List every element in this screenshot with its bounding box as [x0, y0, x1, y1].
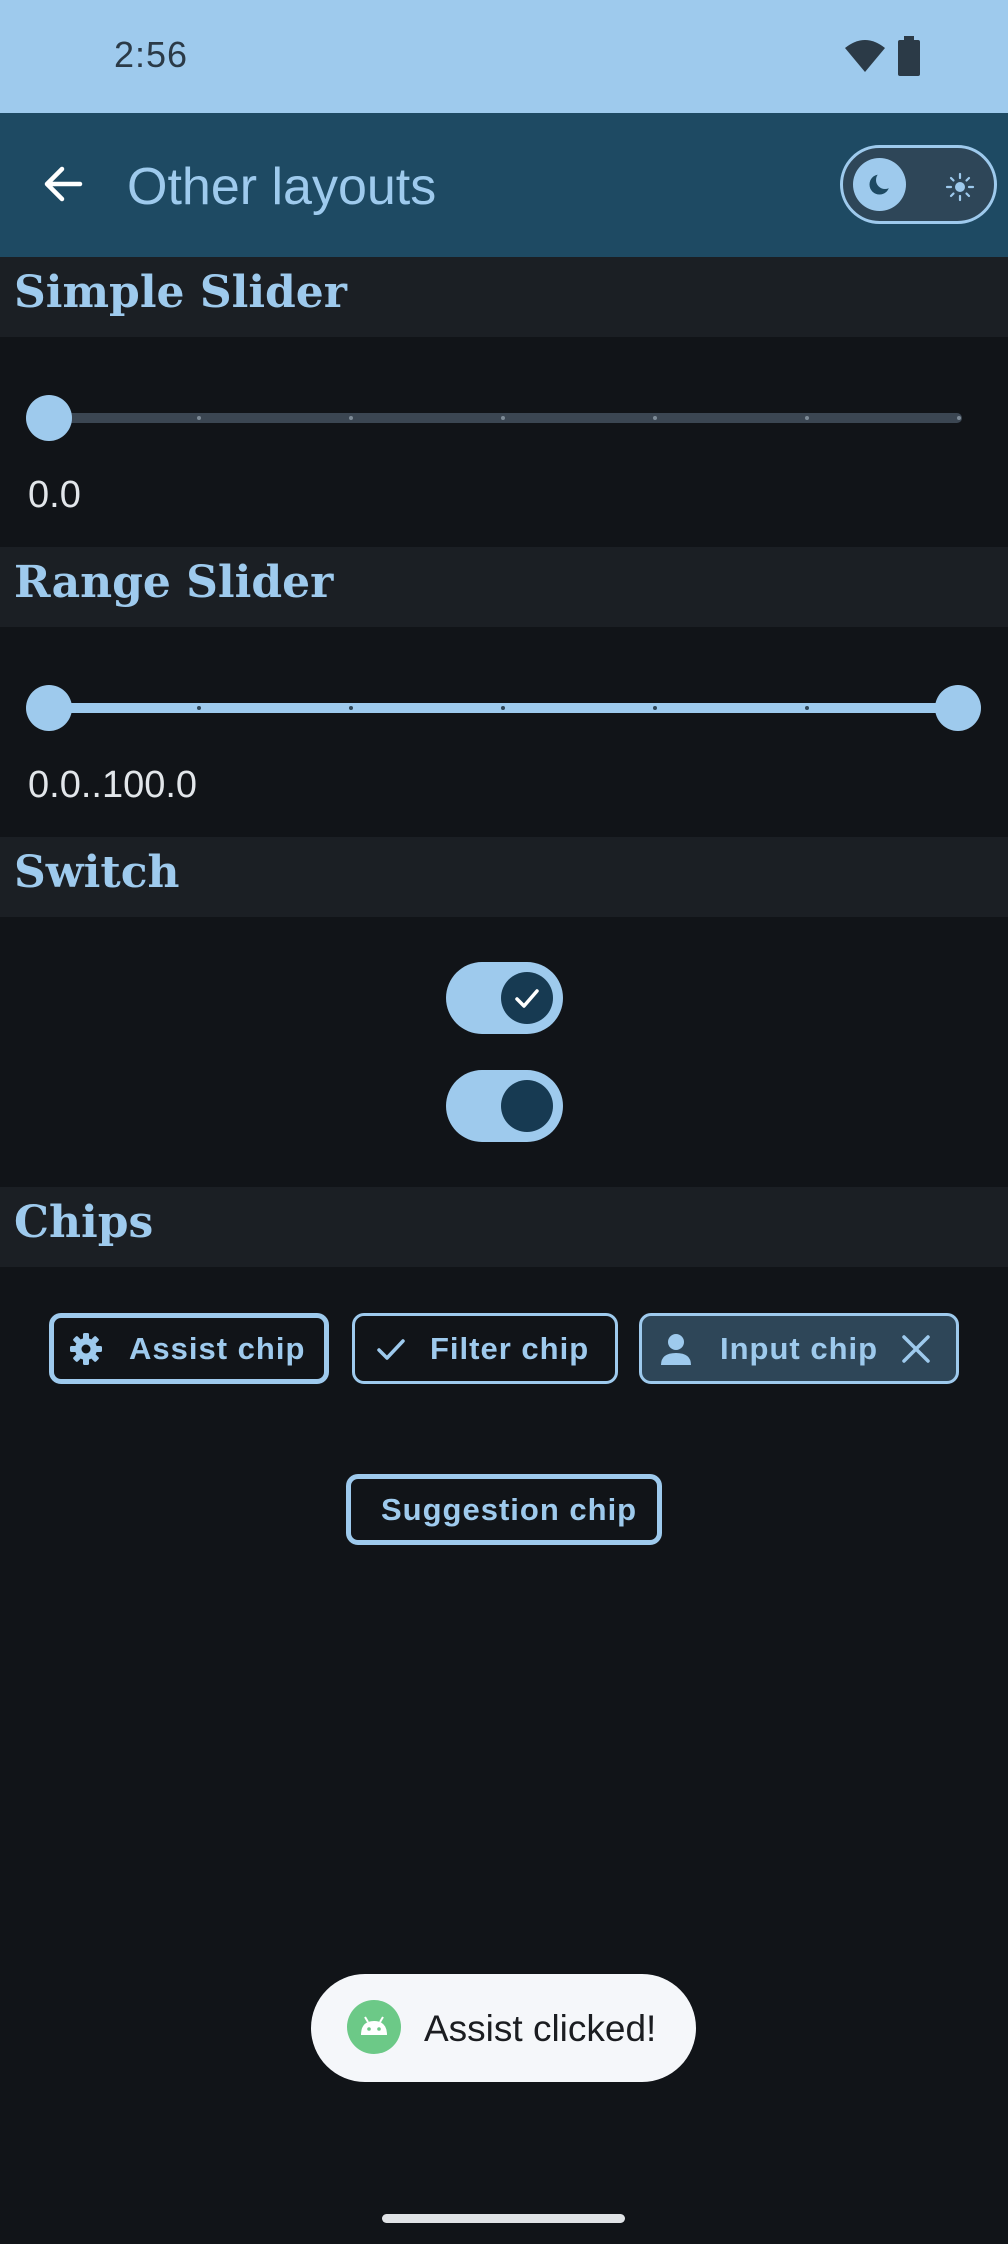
range-slider[interactable] — [0, 670, 1008, 750]
moon-icon — [869, 171, 894, 195]
chips-header: Chips — [0, 1187, 1008, 1267]
switch-thumb — [501, 1080, 553, 1132]
check-icon — [377, 1339, 405, 1360]
slider-tick — [805, 706, 809, 710]
slider-tick — [197, 706, 201, 710]
slider-tick — [501, 416, 505, 420]
close-icon[interactable] — [898, 1331, 934, 1367]
simple-slider-thumb[interactable] — [26, 395, 72, 441]
assist-chip-label: Assist chip — [129, 1331, 306, 1366]
switch-checked-with-icon[interactable] — [446, 962, 563, 1034]
switch-thumb — [501, 972, 553, 1024]
section-title: Switch — [14, 847, 180, 898]
assist-chip[interactable]: Assist chip — [49, 1313, 329, 1384]
app-bar: Other layouts — [0, 113, 1008, 257]
range-slider-value: 0.0..100.0 — [28, 764, 198, 806]
filter-chip[interactable]: Filter chip — [352, 1313, 618, 1384]
gear-icon — [70, 1333, 102, 1365]
input-chip[interactable]: Input chip — [639, 1313, 959, 1384]
toast: Assist clicked! — [311, 1974, 696, 2082]
android-icon — [347, 2000, 401, 2054]
switch-header: Switch — [0, 837, 1008, 917]
filter-chip-label: Filter chip — [430, 1331, 590, 1366]
battery-icon — [898, 36, 920, 76]
person-icon — [661, 1334, 691, 1365]
slider-tick — [349, 706, 353, 710]
suggestion-chip-label: Suggestion chip — [381, 1492, 638, 1527]
toast-message: Assist clicked! — [424, 2008, 657, 2049]
simple-slider-header: Simple Slider — [0, 257, 1008, 337]
range-slider-header: Range Slider — [0, 547, 1008, 627]
switch-checked[interactable] — [446, 1070, 563, 1142]
input-chip-label: Input chip — [720, 1331, 879, 1366]
theme-toggle[interactable] — [840, 145, 997, 224]
wifi-icon — [845, 40, 885, 72]
slider-tick — [957, 416, 961, 420]
status-bar: 2:56 — [0, 0, 1008, 113]
section-title: Range Slider — [14, 557, 334, 608]
section-title: Simple Slider — [14, 267, 347, 318]
sun-icon — [945, 172, 975, 202]
section-title: Chips — [14, 1197, 154, 1248]
range-slider-end-thumb[interactable] — [935, 685, 981, 731]
slider-tick — [349, 416, 353, 420]
slider-tick — [197, 416, 201, 420]
status-time: 2:56 — [114, 34, 189, 75]
page-title: Other layouts — [127, 158, 437, 216]
simple-slider[interactable] — [0, 380, 1008, 460]
check-icon — [515, 989, 539, 1008]
slider-tick — [501, 706, 505, 710]
simple-slider-value: 0.0 — [28, 474, 81, 516]
home-indicator[interactable] — [382, 2214, 625, 2223]
slider-tick — [805, 416, 809, 420]
slider-tick — [653, 706, 657, 710]
slider-tick — [653, 416, 657, 420]
range-slider-start-thumb[interactable] — [26, 685, 72, 731]
suggestion-chip[interactable]: Suggestion chip — [346, 1474, 662, 1545]
arrow-back-icon[interactable] — [36, 157, 90, 211]
simple-slider-track[interactable] — [50, 413, 962, 423]
theme-toggle-knob — [853, 158, 906, 211]
